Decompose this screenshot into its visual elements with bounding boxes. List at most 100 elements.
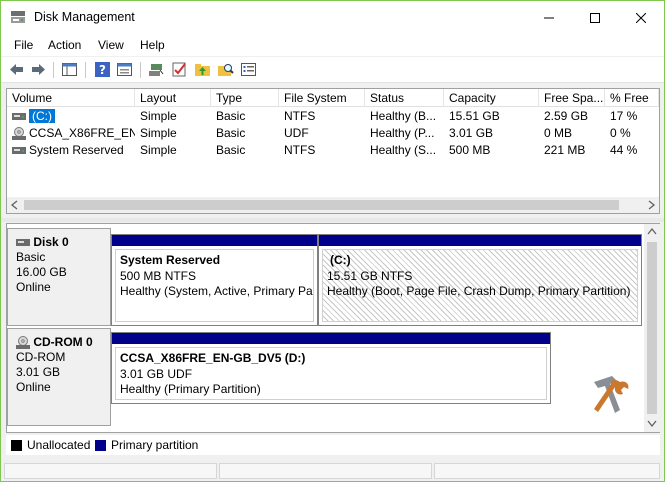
volume-row-c[interactable]: (C:) Simple Basic NTFS Healthy (B... 15.…: [7, 108, 659, 125]
disk-type: Basic: [16, 250, 46, 264]
menu-action[interactable]: Action: [48, 38, 81, 52]
scroll-right-icon[interactable]: [646, 200, 656, 210]
legend-swatch-unallocated: [11, 440, 22, 451]
status-pane: [219, 463, 432, 479]
disk-management-window: Disk Management File Action View Help ?: [0, 0, 665, 482]
column-file-system[interactable]: File System: [279, 89, 365, 107]
scroll-down-icon[interactable]: [647, 418, 657, 428]
menu-bar: File Action View Help: [1, 34, 664, 56]
drive-icon: [16, 239, 30, 247]
partition-name: System Reserved: [120, 253, 221, 267]
capacity-cell: 15.51 GB: [449, 109, 500, 123]
free-space-cell: 221 MB: [544, 143, 586, 157]
cdrom-0-label[interactable]: CD-ROM 0 CD-ROM 3.01 GB Online: [7, 328, 111, 426]
scroll-left-icon[interactable]: [10, 200, 20, 210]
partition-body: CCSA_X86FRE_EN-GB_DV5 (D:) 3.01 GB UDF H…: [115, 347, 547, 400]
toolbar-separator: [53, 62, 54, 78]
status-pane: [434, 463, 660, 479]
cdrom-0-name-row: CD-ROM 0: [16, 335, 110, 350]
disk-size: 3.01 GB: [16, 365, 61, 379]
type-cell: Basic: [216, 143, 246, 157]
toolbar-separator: [85, 62, 86, 78]
menu-view[interactable]: View: [98, 38, 124, 52]
percent-free-cell: 44 %: [610, 143, 638, 157]
legend-swatch-primary-partition: [95, 440, 106, 451]
horizontal-scroll-thumb[interactable]: [24, 200, 619, 210]
column-capacity[interactable]: Capacity: [444, 89, 539, 107]
status-cell: Healthy (P...: [370, 126, 435, 140]
window-title: Disk Management: [34, 10, 135, 24]
drive-icon: [12, 113, 26, 121]
column-free-space[interactable]: Free Spa...: [539, 89, 605, 107]
disk-state: Online: [16, 280, 51, 294]
menu-help[interactable]: Help: [140, 38, 165, 52]
volume-row-system-reserved[interactable]: System Reserved Simple Basic NTFS Health…: [7, 142, 659, 159]
type-cell: Basic: [216, 109, 246, 123]
folder-up-icon[interactable]: [194, 61, 211, 78]
disk-name: Disk 0: [33, 235, 69, 249]
capacity-cell: 3.01 GB: [449, 126, 494, 140]
volume-list-header: Volume Layout Type File System Status Ca…: [7, 89, 659, 107]
disk-0-name-row: Disk 0: [16, 235, 110, 250]
volume-row-cdrom[interactable]: CCSA_X86FRE_EN-... Simple Basic UDF Heal…: [7, 125, 659, 142]
menu-file[interactable]: File: [14, 38, 33, 52]
column-type[interactable]: Type: [211, 89, 279, 107]
partition-name: (C:): [330, 253, 351, 267]
partition-size: 500 MB NTFS: [120, 268, 197, 283]
toolbar-separator: [140, 62, 141, 78]
status-pane: [4, 463, 217, 479]
column-status[interactable]: Status: [365, 89, 444, 107]
partition-status: Healthy (System, Active, Primary Par: [120, 284, 314, 298]
disk-map-vertical-scrollbar[interactable]: [644, 224, 660, 432]
maximize-button[interactable]: [572, 1, 618, 34]
list-horizontal-scrollbar[interactable]: [7, 197, 659, 213]
scroll-up-icon[interactable]: [647, 227, 657, 237]
column-volume[interactable]: Volume: [7, 89, 135, 107]
forward-icon[interactable]: [30, 61, 47, 78]
partition-size: 15.51 GB NTFS: [327, 268, 413, 283]
partition-status: Healthy (Boot, Page File, Crash Dump, Pr…: [327, 284, 631, 298]
free-space-cell: 2.59 GB: [544, 109, 589, 123]
title-bar: Disk Management: [1, 1, 664, 34]
partition-name: CCSA_X86FRE_EN-GB_DV5 (D:): [120, 351, 306, 365]
cdrom-icon: [12, 127, 26, 141]
svg-text:?: ?: [99, 63, 106, 77]
percent-free-cell: 17 %: [610, 109, 638, 123]
file-system-cell: NTFS: [284, 109, 316, 123]
toolbar: ?: [1, 57, 664, 83]
partition-body: System Reserved 500 MB NTFS Healthy (Sys…: [115, 249, 314, 322]
check-icon[interactable]: [171, 61, 188, 78]
help-icon[interactable]: ?: [94, 61, 111, 78]
pane-splitter[interactable]: [1, 218, 664, 222]
disk-0-label[interactable]: Disk 0 Basic 16.00 GB Online: [7, 228, 111, 326]
free-space-cell: 0 MB: [544, 126, 573, 140]
disk-size: 16.00 GB: [16, 265, 67, 279]
minimize-icon: [544, 17, 554, 18]
details-icon[interactable]: [240, 61, 257, 78]
partition-status: Healthy (Primary Partition): [120, 382, 261, 396]
primary-partition-bar: [112, 235, 317, 246]
disk-name: CD-ROM 0: [33, 335, 93, 349]
minimize-button[interactable]: [526, 1, 572, 34]
partition-c[interactable]: (C:) 15.51 GB NTFS Healthy (Boot, Page F…: [318, 234, 642, 326]
show-hide-console-tree-icon[interactable]: [61, 61, 78, 78]
close-icon: [636, 12, 646, 23]
capacity-cell: 500 MB: [449, 143, 491, 157]
search-folder-icon[interactable]: [217, 61, 234, 78]
layout-cell: Simple: [140, 126, 177, 140]
close-button[interactable]: [618, 1, 664, 34]
drive-icon: [12, 147, 26, 155]
layout-cell: Simple: [140, 143, 177, 157]
connect-icon[interactable]: [148, 61, 165, 78]
back-icon[interactable]: [8, 61, 25, 78]
partition-cdrom-d[interactable]: CCSA_X86FRE_EN-GB_DV5 (D:) 3.01 GB UDF H…: [111, 332, 551, 404]
partition-system-reserved[interactable]: System Reserved 500 MB NTFS Healthy (Sys…: [111, 234, 318, 326]
vertical-scroll-thumb[interactable]: [647, 242, 657, 414]
status-cell: Healthy (B...: [370, 109, 437, 123]
column-percent-free[interactable]: % Free: [605, 89, 659, 107]
disk-map-pane: Disk 0 Basic 16.00 GB Online System Rese…: [6, 223, 660, 433]
properties-icon[interactable]: [116, 61, 133, 78]
type-cell: Basic: [216, 126, 246, 140]
wrench-hammer-logo-icon: [594, 376, 629, 413]
column-layout[interactable]: Layout: [135, 89, 211, 107]
